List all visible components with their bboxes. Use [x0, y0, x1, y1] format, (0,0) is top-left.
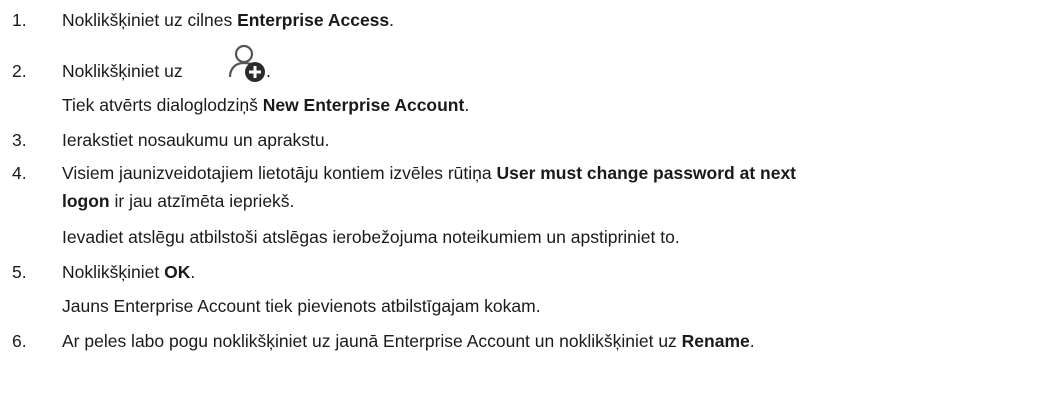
step-note: Ievadiet atslēgu atbilstoši atslēgas ier… — [62, 227, 680, 247]
step-text: Ar peles labo pogu noklikšķiniet uz jaun… — [62, 331, 755, 351]
step-number: 6. — [12, 331, 27, 351]
step-number: 1. — [12, 10, 27, 30]
step-note: Jauns Enterprise Account tiek pievienots… — [62, 296, 541, 316]
ui-term: logon — [62, 191, 110, 211]
step-text: Noklikšķiniet uz cilnes Enterprise Acces… — [62, 10, 395, 30]
ui-term: Enterprise Access — [237, 10, 390, 30]
step-text: Ierakstiet nosaukumu un aprakstu. — [62, 130, 330, 150]
step-number: 2. — [12, 61, 27, 81]
ui-term: Rename — [681, 331, 750, 351]
step-note: Tiek atvērts dialoglodziņš New Enterpris… — [62, 95, 470, 115]
add-user-icon — [228, 44, 265, 82]
step-text: Noklikšķiniet uz — [62, 61, 183, 81]
ui-term: User must change password at next — [496, 163, 797, 183]
instruction-list: 1. Noklikšķiniet uz cilnes Enterprise Ac… — [12, 10, 797, 351]
step-number: 5. — [12, 262, 27, 282]
step-text: Noklikšķiniet OK. — [62, 262, 196, 282]
step-number: 3. — [12, 130, 27, 150]
step-text-continued: logon ir jau atzīmēta iepriekš. — [62, 191, 295, 211]
step-number: 4. — [12, 163, 27, 183]
ui-term: OK — [164, 262, 191, 282]
ui-term: New Enterprise Account — [262, 95, 465, 115]
step-text: Visiem jaunizveidotajiem lietotāju konti… — [62, 163, 797, 183]
